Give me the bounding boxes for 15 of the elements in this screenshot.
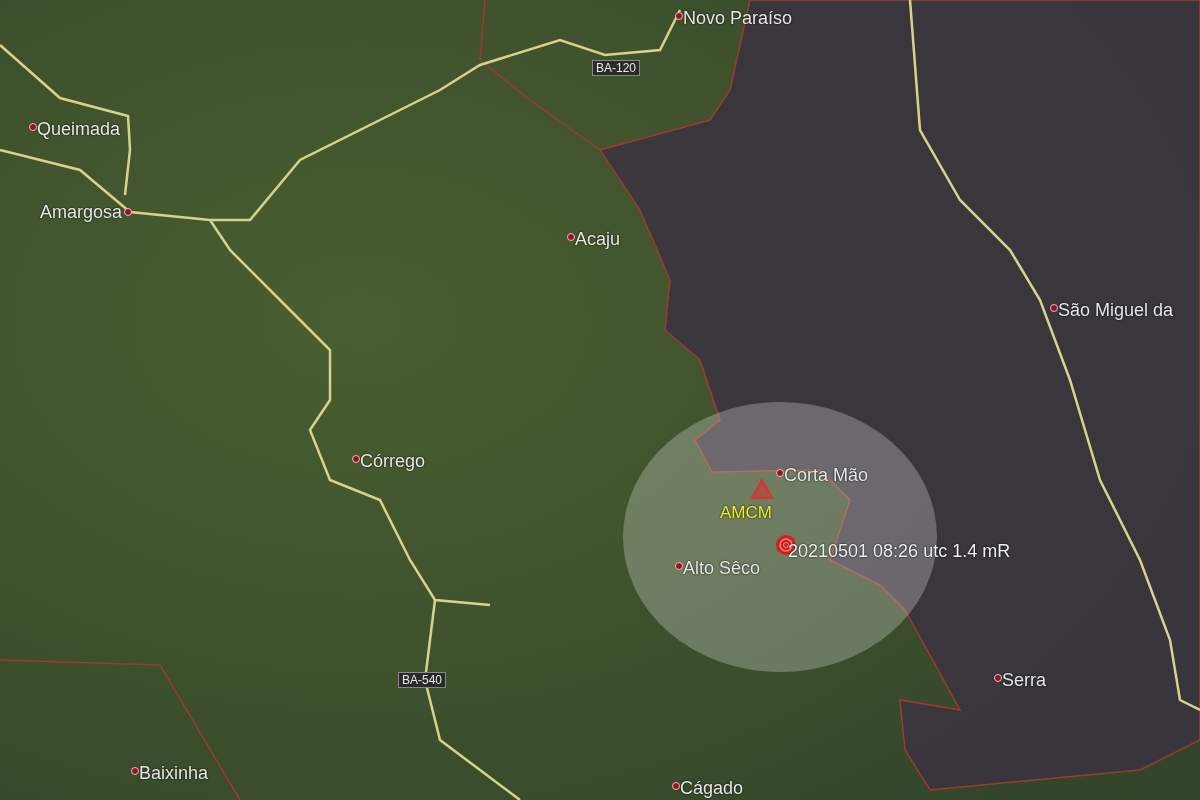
- road-label: BA-120: [592, 60, 641, 76]
- place-label: Alto Sêco: [683, 558, 761, 578]
- place-label: Córrego: [360, 451, 426, 471]
- station-label: AMCM: [720, 503, 772, 523]
- event-label: 20210501 08:26 utc 1.4 mR: [788, 541, 1011, 561]
- place-label: Acaju: [575, 229, 621, 249]
- place-label: Novo Paraíso: [683, 8, 793, 28]
- place-label: Queimada: [37, 119, 121, 139]
- place-label: Amargosa: [39, 202, 122, 222]
- road-label: BA-540: [398, 672, 447, 688]
- place-label: Baixinha: [139, 763, 209, 783]
- place-label: Cágado: [680, 778, 744, 798]
- place-label: São Miguel da: [1058, 300, 1174, 320]
- place-label: Serra: [1002, 670, 1046, 690]
- place-label: Corta Mão: [784, 465, 869, 485]
